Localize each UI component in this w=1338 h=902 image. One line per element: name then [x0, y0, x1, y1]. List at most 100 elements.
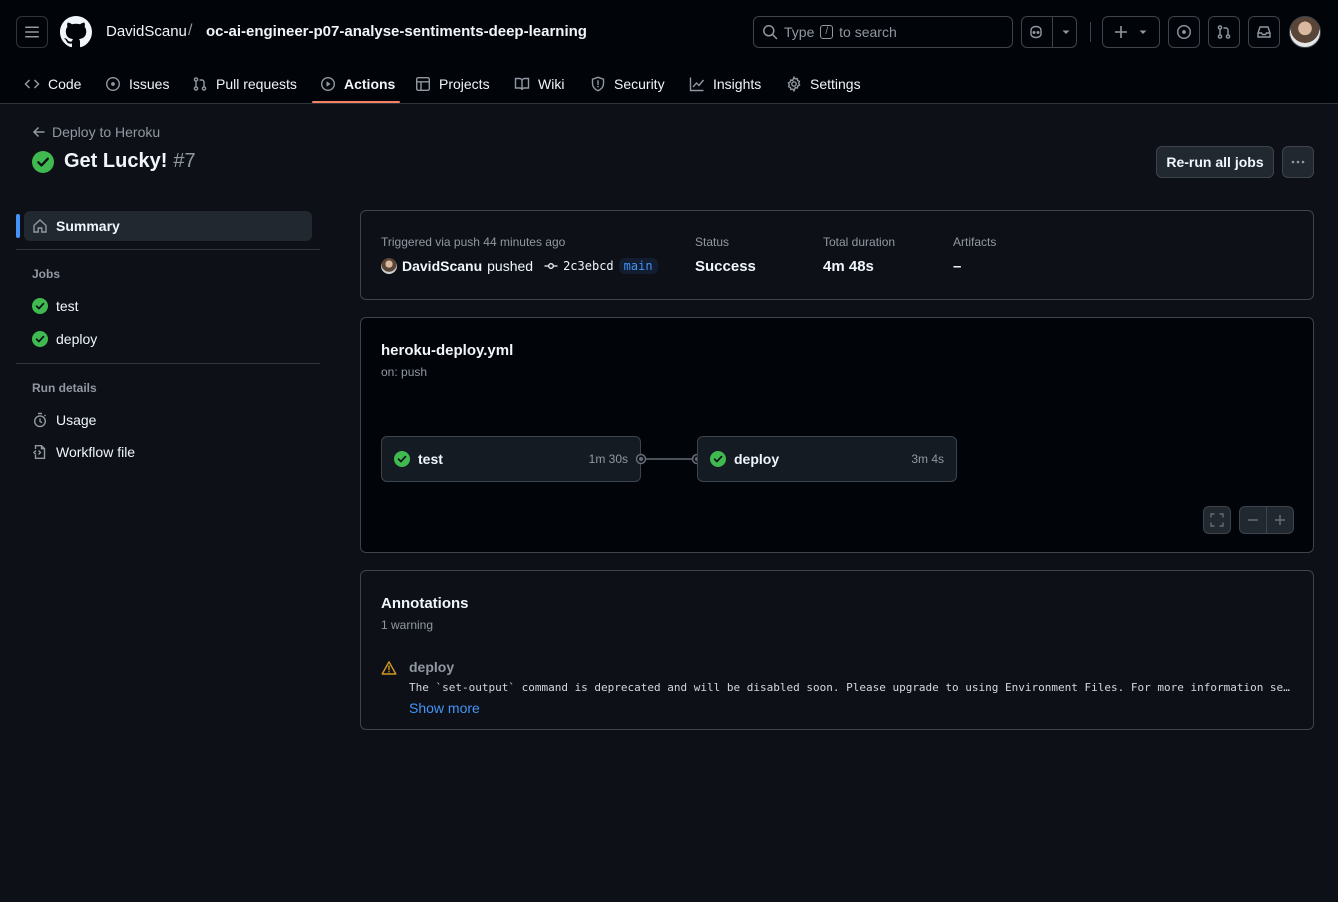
workflow-trigger: on: push	[381, 365, 428, 379]
sidebar-item-job-deploy[interactable]: deploy	[32, 331, 97, 347]
search-icon	[763, 25, 778, 40]
tab-insights[interactable]: Insights	[689, 64, 761, 104]
fullscreen-button[interactable]	[1203, 506, 1231, 534]
tab-wiki[interactable]: Wiki	[514, 64, 564, 104]
actor-link[interactable]: DavidScanu	[402, 258, 482, 274]
sidebar-workflow-file-label: Workflow file	[56, 444, 136, 460]
search-shortcut-key: /	[820, 25, 834, 39]
sidebar-divider	[16, 363, 320, 364]
tab-security-label: Security	[614, 76, 665, 92]
stopwatch-icon	[33, 412, 47, 428]
back-to-workflow-link[interactable]: Deploy to Heroku	[32, 124, 160, 140]
header-divider	[1090, 22, 1091, 42]
zoom-out-button[interactable]	[1240, 507, 1267, 533]
annotation-message: The `set-output` command is deprecated a…	[409, 681, 1295, 694]
issues-button[interactable]	[1168, 16, 1200, 48]
breadcrumb-separator: /	[188, 22, 193, 39]
repo-nav: Code Issues Pull requests Actions Projec…	[0, 64, 1338, 104]
annotation-job-link[interactable]: deploy	[409, 659, 454, 675]
commit-sha-link[interactable]: 2c3ebcd	[563, 259, 614, 273]
play-icon	[320, 76, 336, 92]
copilot-button[interactable]	[1021, 16, 1077, 48]
job-node-duration: 1m 30s	[588, 452, 628, 466]
trigger-text: Triggered via push 44 minutes ago	[381, 235, 566, 249]
run-number: #7	[173, 150, 196, 172]
inbox-button[interactable]	[1248, 16, 1280, 48]
active-tab-indicator	[312, 101, 400, 103]
actor-avatar	[381, 258, 397, 274]
job-node-deploy[interactable]: deploy 3m 4s	[697, 436, 957, 482]
tab-code[interactable]: Code	[24, 64, 81, 104]
check-circle-fill-icon	[710, 451, 726, 467]
job-node-name: test	[418, 451, 443, 467]
search-suffix: to search	[839, 24, 897, 40]
hamburger-icon	[25, 26, 39, 38]
check-circle-fill-icon	[394, 451, 410, 467]
run-summary-card: Triggered via push 44 minutes ago DavidS…	[360, 210, 1314, 300]
home-icon	[33, 219, 47, 233]
status-value: Success	[695, 258, 756, 275]
check-circle-fill-icon	[32, 331, 48, 347]
pull-requests-button[interactable]	[1208, 16, 1240, 48]
workflow-file-name[interactable]: heroku-deploy.yml	[381, 342, 513, 359]
tab-security[interactable]: Security	[590, 64, 665, 104]
table-icon	[416, 77, 431, 92]
tab-insights-label: Insights	[713, 76, 762, 92]
duration-label: Total duration	[823, 235, 896, 249]
pull-request-icon	[1217, 25, 1231, 39]
kebab-horizontal-icon	[1291, 160, 1305, 164]
shield-icon	[591, 76, 605, 92]
user-avatar[interactable]	[1289, 16, 1321, 48]
global-header: DavidScanu / oc-ai-engineer-p07-analyse-…	[0, 0, 1338, 104]
check-circle-fill-icon	[32, 150, 54, 173]
more-actions-button[interactable]	[1282, 146, 1314, 178]
fullscreen-icon	[1210, 513, 1224, 527]
tab-pull-requests[interactable]: Pull requests	[192, 64, 297, 104]
sidebar-run-details-heading: Run details	[32, 381, 97, 395]
sidebar-summary-label: Summary	[56, 218, 120, 234]
git-commit-icon	[544, 263, 558, 269]
check-circle-fill-icon	[32, 298, 48, 314]
github-logo-icon[interactable]	[60, 16, 92, 48]
tab-projects-label: Projects	[439, 76, 490, 92]
sidebar-job-label: deploy	[56, 331, 98, 347]
tab-actions[interactable]: Actions	[320, 64, 395, 104]
tab-wiki-label: Wiki	[538, 76, 565, 92]
create-new-button[interactable]	[1102, 16, 1160, 48]
pull-request-icon	[193, 77, 207, 91]
show-more-link[interactable]: Show more	[409, 700, 480, 716]
tab-settings[interactable]: Settings	[786, 64, 861, 104]
book-icon	[514, 77, 530, 91]
tab-actions-label: Actions	[344, 76, 396, 92]
back-link-label: Deploy to Heroku	[52, 124, 161, 140]
sidebar-item-workflow-file[interactable]: Workflow file	[32, 444, 135, 460]
job-node-name: deploy	[734, 451, 780, 467]
sidebar-job-label: test	[56, 298, 79, 314]
zoom-in-button[interactable]	[1267, 507, 1293, 533]
zoom-controls	[1239, 506, 1294, 534]
gear-icon	[787, 76, 801, 92]
tab-pull-requests-label: Pull requests	[216, 76, 297, 92]
tab-issues[interactable]: Issues	[105, 64, 169, 104]
sidebar-divider	[16, 249, 320, 250]
sidebar-item-usage[interactable]: Usage	[32, 412, 96, 428]
plus-icon	[1274, 515, 1285, 525]
sidebar-jobs-heading: Jobs	[32, 267, 61, 281]
annotations-title: Annotations	[381, 595, 469, 612]
duration-value: 4m 48s	[823, 258, 874, 275]
repo-name-link[interactable]: oc-ai-engineer-p07-analyse-sentiments-de…	[206, 23, 587, 40]
search-input[interactable]: Type / to search	[753, 16, 1013, 48]
trigger-action: pushed	[487, 258, 534, 274]
rerun-all-jobs-button[interactable]: Re-run all jobs	[1156, 146, 1274, 178]
sidebar-item-summary[interactable]: Summary	[24, 211, 312, 241]
inbox-icon	[1257, 26, 1271, 38]
annotations-count: 1 warning	[381, 618, 434, 632]
chevron-down-icon	[1062, 30, 1069, 34]
tab-projects[interactable]: Projects	[415, 64, 490, 104]
menu-button[interactable]	[16, 16, 48, 48]
branch-label[interactable]: main	[618, 258, 658, 274]
repo-owner-link[interactable]: DavidScanu	[106, 23, 187, 40]
sidebar-item-job-test[interactable]: test	[32, 298, 79, 314]
search-prefix: Type	[784, 24, 815, 40]
job-node-test[interactable]: test 1m 30s	[381, 436, 641, 482]
